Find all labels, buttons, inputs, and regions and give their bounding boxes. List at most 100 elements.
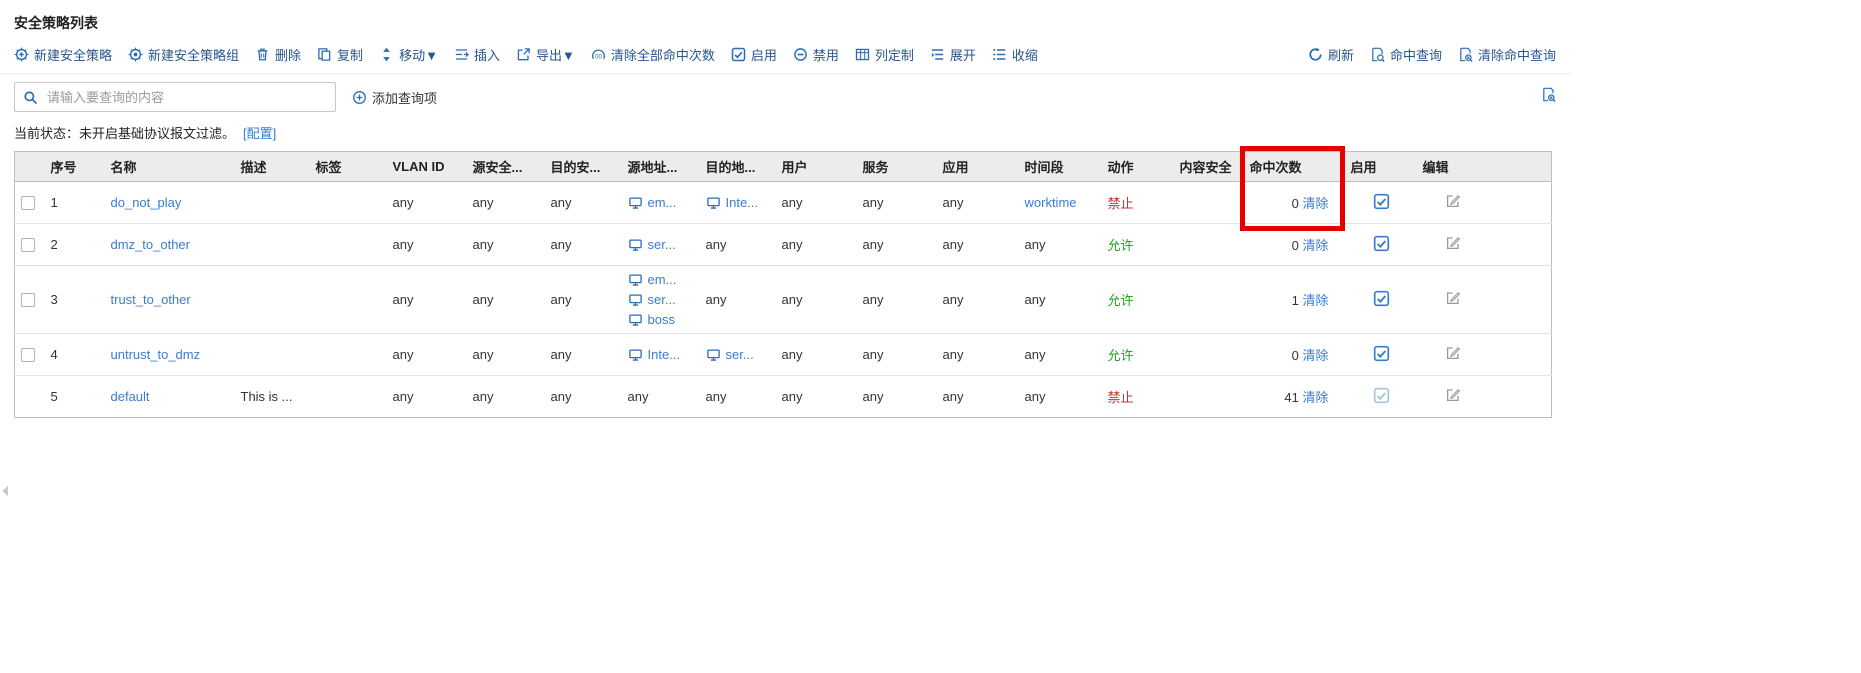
enabled-checkbox[interactable] bbox=[1373, 387, 1390, 404]
clear-hits-link[interactable]: 清除 bbox=[1302, 293, 1328, 308]
cell-src-addr: ser... bbox=[622, 224, 700, 266]
cell-action: 允许 bbox=[1102, 266, 1174, 334]
cell-content-security bbox=[1174, 224, 1244, 266]
clear-hits-link[interactable]: 清除 bbox=[1302, 348, 1328, 363]
enable-label: 启用 bbox=[751, 45, 777, 64]
cell-select bbox=[15, 266, 45, 334]
address-link[interactable]: ser... bbox=[648, 290, 676, 310]
expand-button[interactable]: 展开 bbox=[930, 45, 976, 64]
cell-filler bbox=[1487, 182, 1552, 224]
config-link[interactable]: [配置] bbox=[243, 126, 276, 141]
edit-icon[interactable] bbox=[1445, 235, 1461, 251]
policy-name-link[interactable]: trust_to_other bbox=[111, 292, 191, 307]
cell-filler bbox=[1487, 224, 1552, 266]
row-select-checkbox[interactable] bbox=[21, 348, 35, 362]
copy-button[interactable]: 复制 bbox=[317, 45, 363, 64]
address-link[interactable]: em... bbox=[648, 193, 677, 213]
advanced-hit-query-button[interactable] bbox=[1541, 87, 1556, 107]
header-vlan-id: VLAN ID bbox=[387, 152, 467, 182]
status-text: 当前状态：未开启基础协议报文过滤。 bbox=[14, 126, 235, 141]
cell-select bbox=[15, 334, 45, 376]
cell-seq: 2 bbox=[45, 224, 105, 266]
refresh-button[interactable]: 刷新 bbox=[1308, 45, 1354, 64]
cell-edit bbox=[1417, 266, 1487, 334]
cell-service: any bbox=[857, 376, 937, 418]
edit-icon[interactable] bbox=[1445, 290, 1461, 306]
clear-hits-link[interactable]: 清除 bbox=[1302, 196, 1328, 211]
cell-dst-zone: any bbox=[545, 266, 622, 334]
delete-label: 删除 bbox=[275, 45, 301, 64]
policy-name-link[interactable]: default bbox=[111, 389, 150, 404]
address-link[interactable]: Inte... bbox=[726, 193, 759, 213]
policy-name-link[interactable]: untrust_to_dmz bbox=[111, 347, 201, 362]
host-icon bbox=[706, 196, 721, 210]
edit-icon[interactable] bbox=[1445, 387, 1461, 403]
column-customize-button[interactable]: 列定制 bbox=[855, 45, 914, 64]
address-link[interactable]: ser... bbox=[648, 235, 676, 255]
add-query-button[interactable]: 添加查询项 bbox=[352, 88, 437, 107]
disable-button[interactable]: 禁用 bbox=[793, 45, 839, 64]
address-link[interactable]: boss bbox=[648, 310, 675, 330]
insert-button[interactable]: 插入 bbox=[454, 45, 500, 64]
collapse-button[interactable]: 收缩 bbox=[992, 45, 1038, 64]
policy-name-link[interactable]: do_not_play bbox=[111, 195, 182, 210]
clear-all-hits-icon bbox=[591, 47, 606, 62]
cell-src-addr: any bbox=[622, 376, 700, 418]
policy-table: 序号 名称 描述 标签 VLAN ID 源安全... 目的安... 源地址...… bbox=[14, 151, 1552, 418]
enabled-checkbox[interactable] bbox=[1373, 235, 1390, 252]
header-dst-addr: 目的地... bbox=[700, 152, 776, 182]
clear-hits-link[interactable]: 清除 bbox=[1302, 390, 1328, 405]
clear-hits-link[interactable]: 清除 bbox=[1302, 238, 1328, 253]
hit-query-icon bbox=[1370, 47, 1385, 62]
row-select-checkbox[interactable] bbox=[21, 196, 35, 210]
edit-icon[interactable] bbox=[1445, 193, 1461, 209]
move-button[interactable]: 移动▼ bbox=[379, 45, 438, 64]
enabled-checkbox[interactable] bbox=[1373, 193, 1390, 210]
host-icon bbox=[628, 348, 643, 362]
export-button[interactable]: 导出▼ bbox=[516, 45, 575, 64]
hit-query-button[interactable]: 命中查询 bbox=[1370, 45, 1442, 64]
cell-src-addr: em... ser... boss bbox=[622, 266, 700, 334]
cell-edit bbox=[1417, 334, 1487, 376]
cell-seq: 3 bbox=[45, 266, 105, 334]
edit-icon[interactable] bbox=[1445, 345, 1461, 361]
cell-dst-zone: any bbox=[545, 334, 622, 376]
cell-filler bbox=[1487, 376, 1552, 418]
search-input-box[interactable] bbox=[14, 82, 336, 112]
new-policy-button[interactable]: 新建安全策略 bbox=[14, 45, 112, 64]
enable-button[interactable]: 启用 bbox=[731, 45, 777, 64]
cell-desc: This is ... bbox=[235, 376, 310, 418]
new-policy-label: 新建安全策略 bbox=[34, 45, 112, 64]
enabled-checkbox[interactable] bbox=[1373, 290, 1390, 307]
page-title: 安全策略列表 bbox=[0, 0, 1570, 37]
panel-collapse-handle[interactable] bbox=[0, 476, 9, 506]
new-policy-group-button[interactable]: 新建安全策略组 bbox=[128, 45, 239, 64]
cell-src-zone: any bbox=[467, 334, 545, 376]
address-link[interactable]: em... bbox=[648, 270, 677, 290]
table-row: 1 do_not_play any any any em... Inte... … bbox=[15, 182, 1552, 224]
header-hit-count: 命中次数 bbox=[1244, 152, 1345, 182]
delete-button[interactable]: 删除 bbox=[255, 45, 301, 64]
cell-user: any bbox=[776, 334, 857, 376]
address-link[interactable]: Inte... bbox=[648, 345, 681, 365]
header-desc: 描述 bbox=[235, 152, 310, 182]
cell-enable bbox=[1345, 334, 1417, 376]
cell-dst-zone: any bbox=[545, 376, 622, 418]
header-dst-zone: 目的安... bbox=[545, 152, 622, 182]
header-filler bbox=[1487, 152, 1552, 182]
cell-content-security bbox=[1174, 266, 1244, 334]
trash-icon bbox=[255, 47, 270, 62]
row-select-checkbox[interactable] bbox=[21, 238, 35, 252]
clear-all-hits-button[interactable]: 清除全部命中次数 bbox=[591, 45, 715, 64]
clear-hit-query-button[interactable]: 清除命中查询 bbox=[1458, 45, 1556, 64]
period-link[interactable]: worktime bbox=[1025, 195, 1077, 210]
cell-edit bbox=[1417, 376, 1487, 418]
table-row: 4 untrust_to_dmz any any any Inte... ser… bbox=[15, 334, 1552, 376]
search-input[interactable] bbox=[45, 89, 327, 106]
table-row: 5 default This is ... any any any any an… bbox=[15, 376, 1552, 418]
row-select-checkbox[interactable] bbox=[21, 293, 35, 307]
host-icon bbox=[628, 273, 643, 287]
address-link[interactable]: ser... bbox=[726, 345, 754, 365]
policy-name-link[interactable]: dmz_to_other bbox=[111, 237, 191, 252]
enabled-checkbox[interactable] bbox=[1373, 345, 1390, 362]
